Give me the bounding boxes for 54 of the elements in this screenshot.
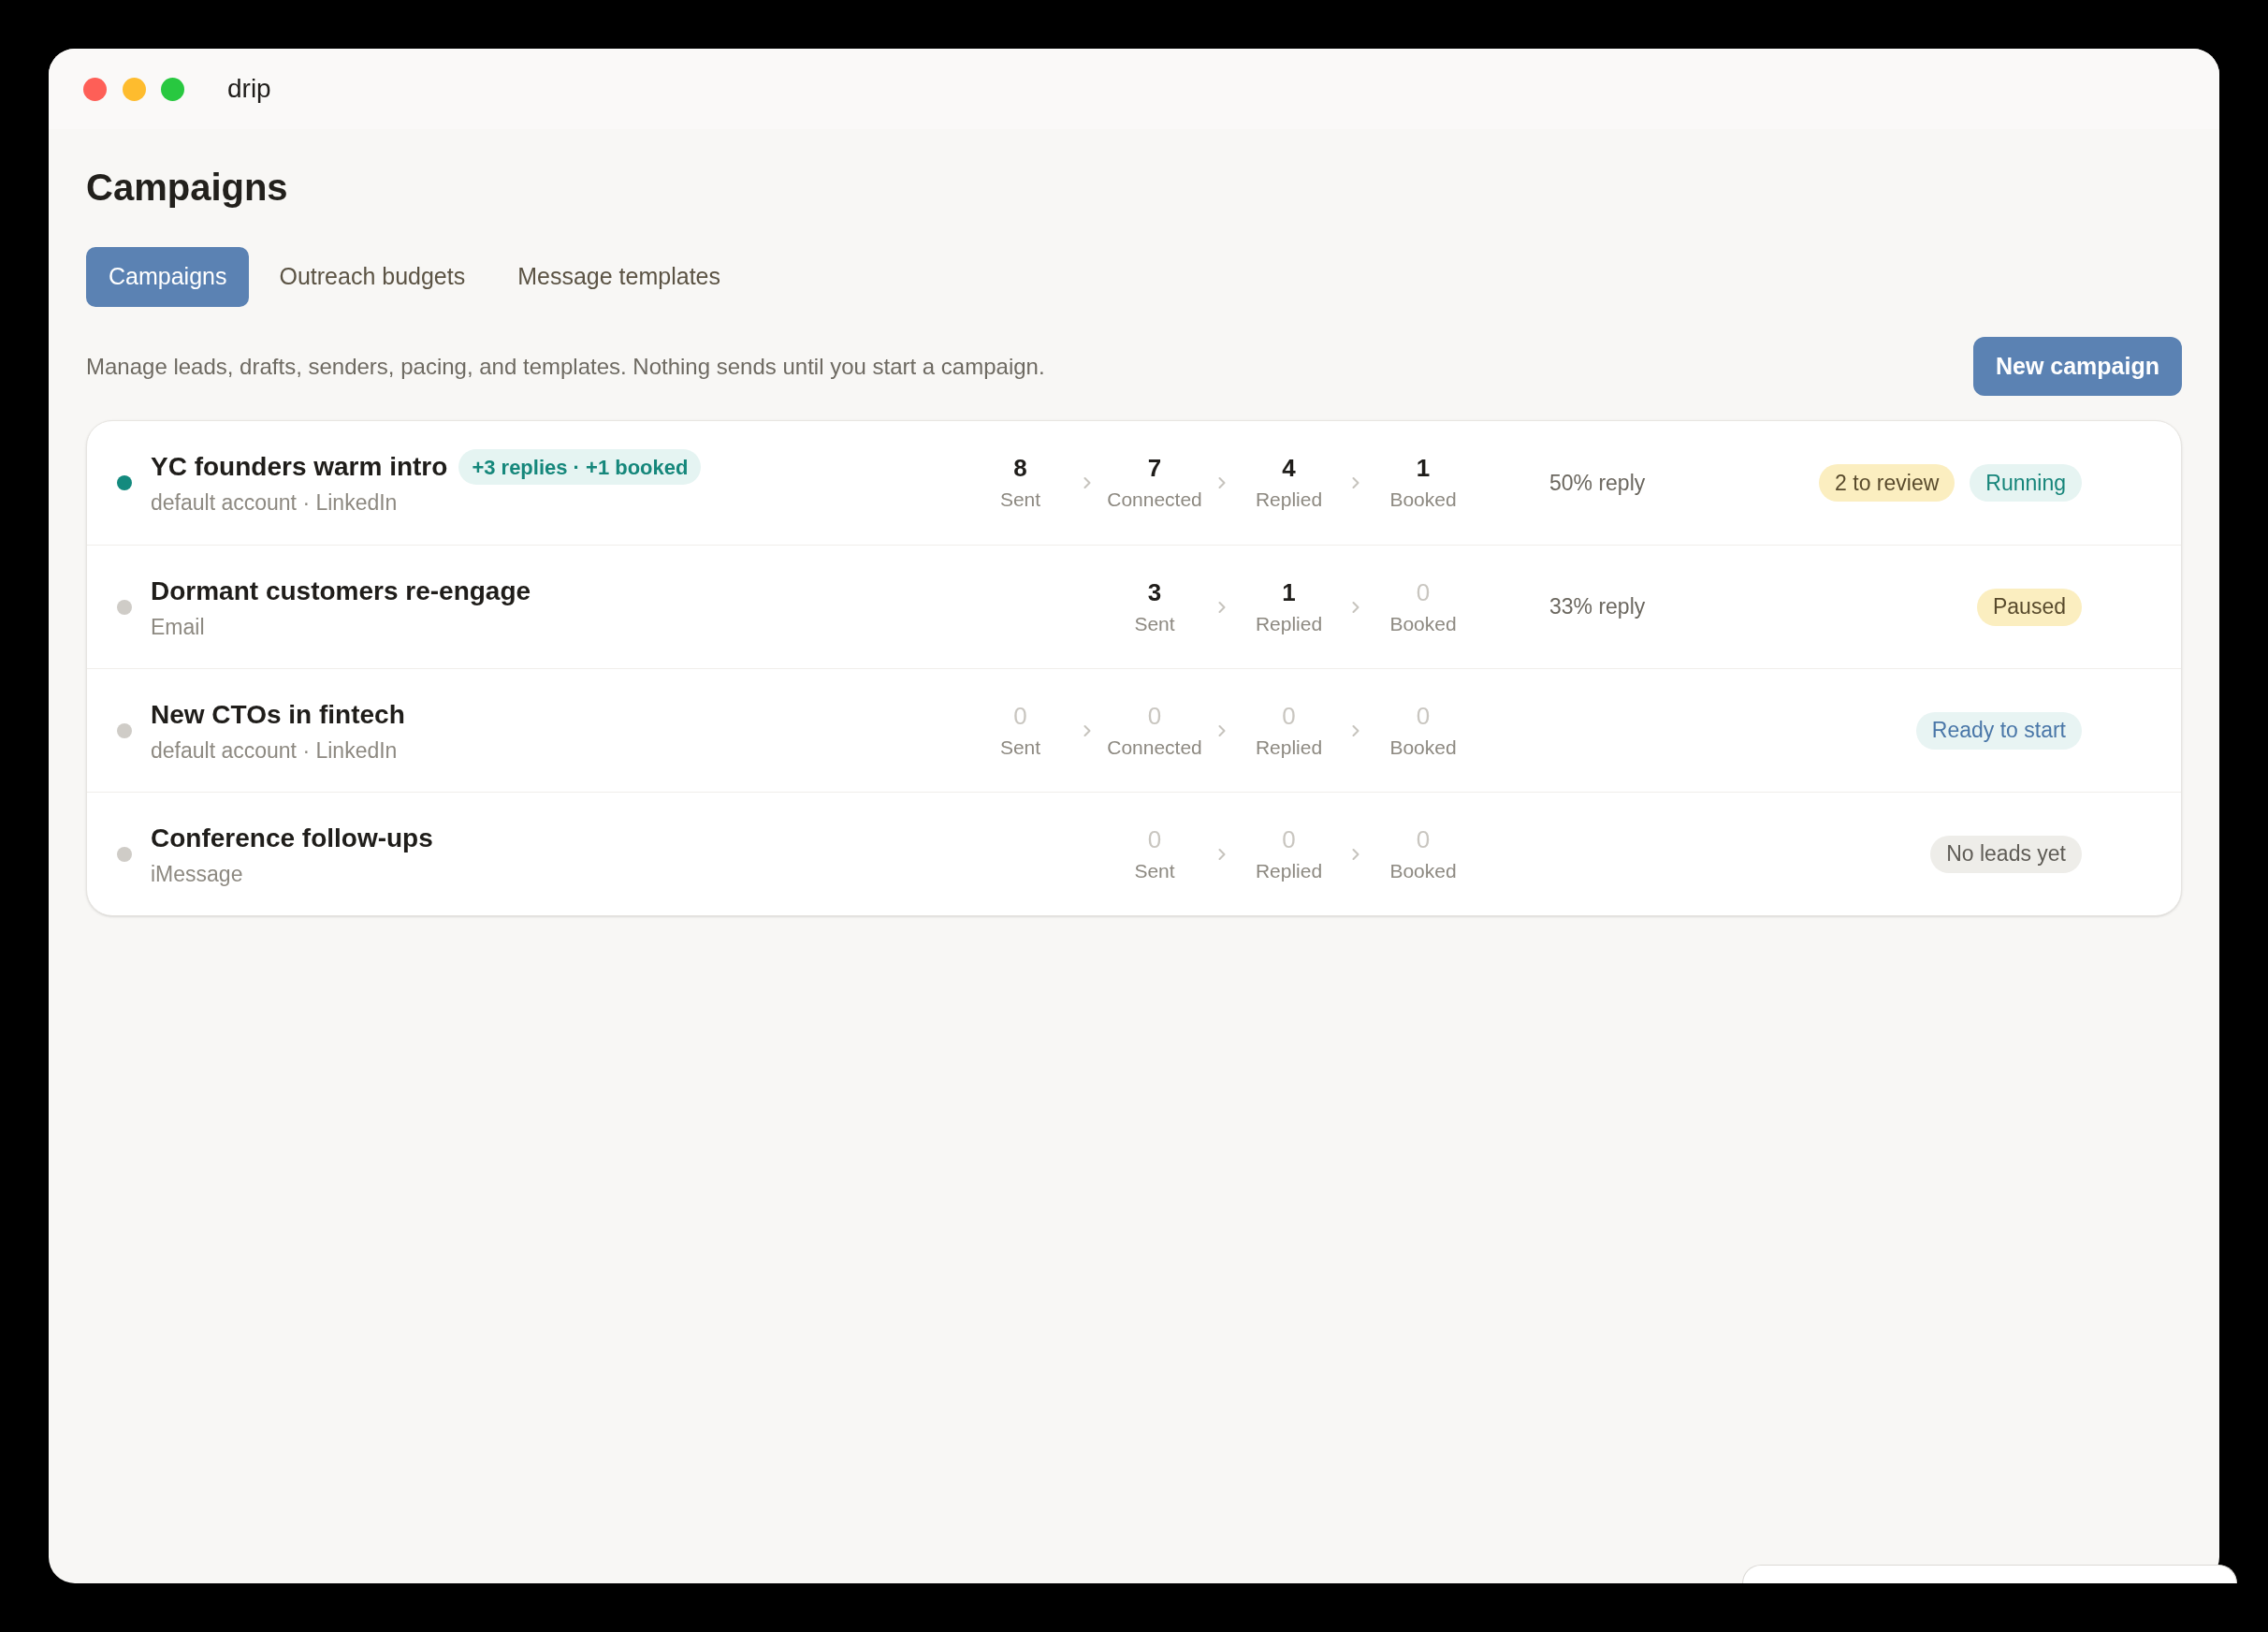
tab[interactable]: Outreach budgets [256, 247, 488, 307]
stat-label: Sent [999, 735, 1041, 760]
stat-value: 7 [1147, 453, 1162, 483]
campaign-name[interactable]: Conference follow-ups [151, 820, 433, 856]
stat-value: 4 [1282, 453, 1296, 483]
activity-chip: +3 replies · +1 booked [458, 449, 702, 485]
reply-rate: 33% reply [1549, 594, 1646, 619]
status-badge: 2 to review [1819, 464, 1955, 502]
campaign-channel: Email [151, 613, 206, 641]
stat-label: Sent [1134, 858, 1175, 883]
stat-label: Booked [1389, 735, 1457, 760]
maximize-window-icon[interactable] [161, 77, 184, 101]
stat-value: 0 [1282, 823, 1296, 854]
stat-label: Replied [1255, 858, 1323, 883]
status-badge: Paused [1977, 588, 2082, 626]
stat-label: Booked [1389, 611, 1457, 636]
status-badge: Ready to start [1915, 711, 2082, 750]
stat-value: 1 [1282, 576, 1296, 607]
stat-label: Booked [1389, 488, 1457, 512]
stat-label: Replied [1255, 735, 1323, 760]
stat-label: Replied [1255, 611, 1323, 636]
stat-label: Sent [999, 488, 1041, 512]
stat-value: 0 [1416, 576, 1431, 607]
minimize-window-icon[interactable] [122, 77, 146, 101]
stat-label: Replied [1255, 488, 1323, 512]
reply-rate: 50% reply [1549, 470, 1646, 495]
status-badge: No leads yet [1930, 835, 2082, 873]
window-title: drip [227, 73, 271, 105]
stat-value: 0 [1147, 823, 1162, 854]
stat-value: 0 [1282, 700, 1296, 731]
tab[interactable]: Message templates [495, 247, 743, 307]
close-window-icon[interactable] [83, 77, 107, 101]
stat-label: Sent [1134, 611, 1175, 636]
campaign-channel: iMessage [151, 860, 244, 888]
campaign-name[interactable]: New CTOs in fintech [151, 696, 405, 733]
stat-value: 0 [1147, 700, 1162, 731]
campaign-name[interactable]: YC founders warm intro [151, 449, 448, 485]
stat-label: Booked [1389, 858, 1457, 883]
page-heading: Campaigns [86, 166, 288, 210]
page-description: Manage leads, drafts, senders, pacing, and templates. Nothing sends until you start a campaign. [86, 352, 1045, 381]
stat-value: 3 [1147, 576, 1162, 607]
status-badge: Running [1970, 464, 2082, 502]
stat-value: 1 [1416, 453, 1431, 483]
campaign-name[interactable]: Dormant customers re-engage [151, 573, 531, 609]
campaign-channel: default account · LinkedIn [151, 736, 399, 765]
new-campaign-button[interactable]: New campaign [1972, 337, 2182, 396]
stat-value: 0 [1416, 700, 1431, 731]
stat-value: 0 [1416, 823, 1431, 854]
stat-value: 0 [1013, 700, 1027, 731]
stat-label: Connected [1107, 488, 1202, 512]
tab[interactable]: Campaigns [86, 247, 250, 307]
campaign-channel: default account · LinkedIn [151, 489, 399, 517]
stat-label: Connected [1107, 735, 1202, 760]
stat-value: 8 [1013, 453, 1027, 483]
